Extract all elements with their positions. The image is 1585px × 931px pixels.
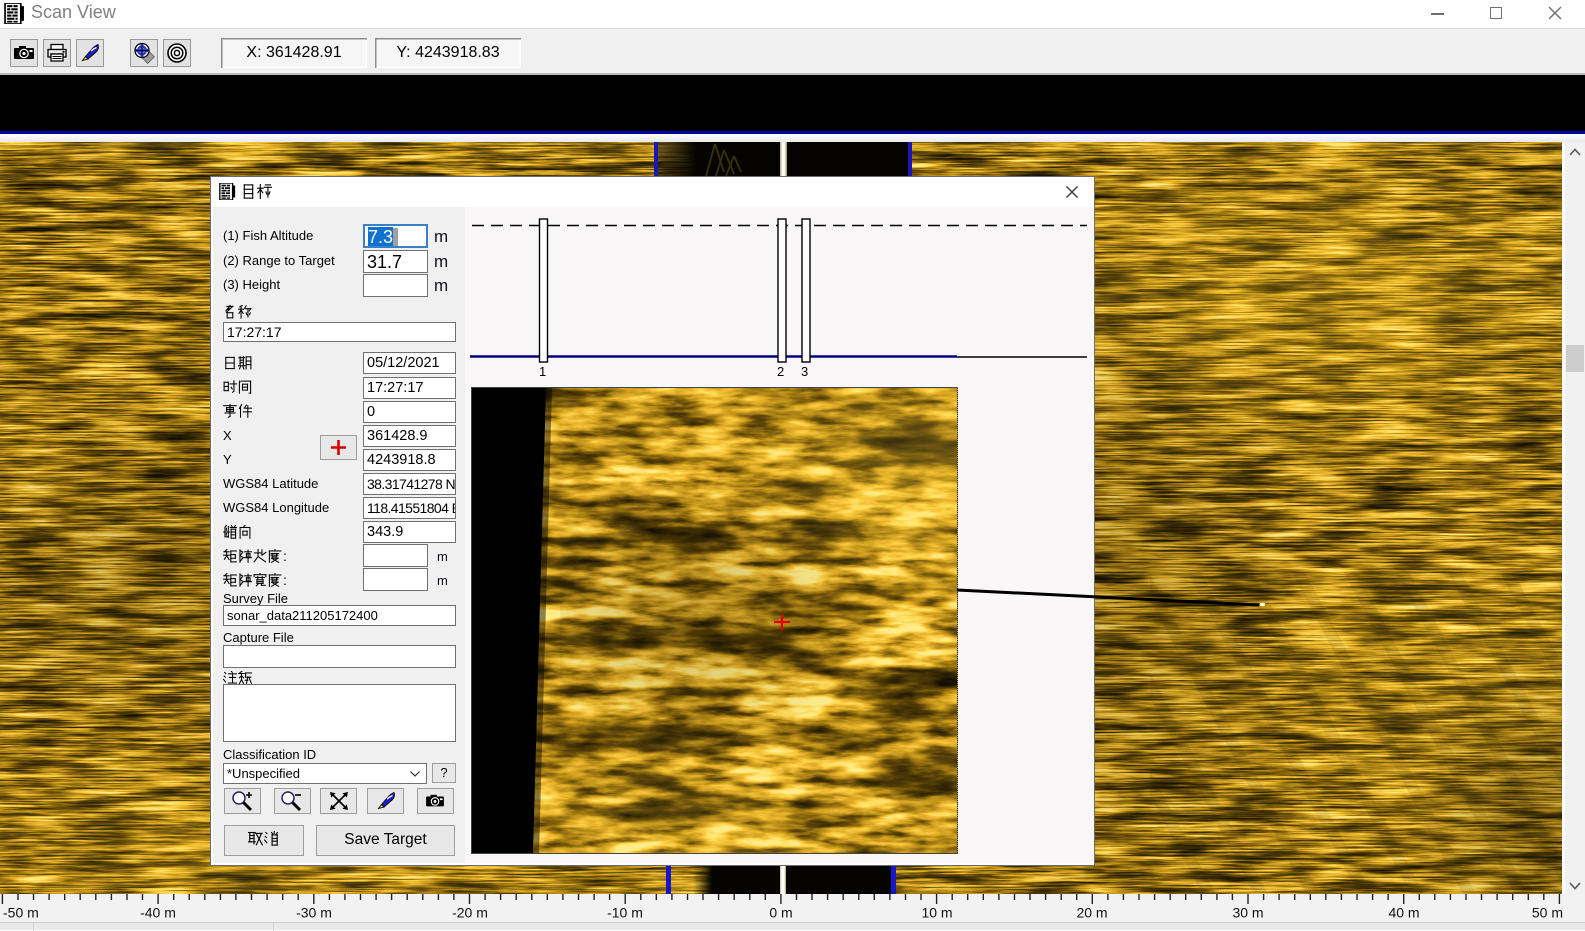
- svg-text:30 m: 30 m: [1232, 905, 1263, 921]
- svg-text:50 m: 50 m: [1532, 905, 1563, 921]
- svg-text:-30 m: -30 m: [296, 905, 332, 921]
- svg-text:40 m: 40 m: [1388, 905, 1419, 921]
- svg-text:0 m: 0 m: [769, 905, 792, 921]
- svg-text:-50 m: -50 m: [3, 905, 39, 921]
- svg-text:-10 m: -10 m: [607, 905, 643, 921]
- svg-text:10 m: 10 m: [921, 905, 952, 921]
- svg-text:-40 m: -40 m: [140, 905, 176, 921]
- svg-text:20 m: 20 m: [1076, 905, 1107, 921]
- svg-text:-20 m: -20 m: [452, 905, 488, 921]
